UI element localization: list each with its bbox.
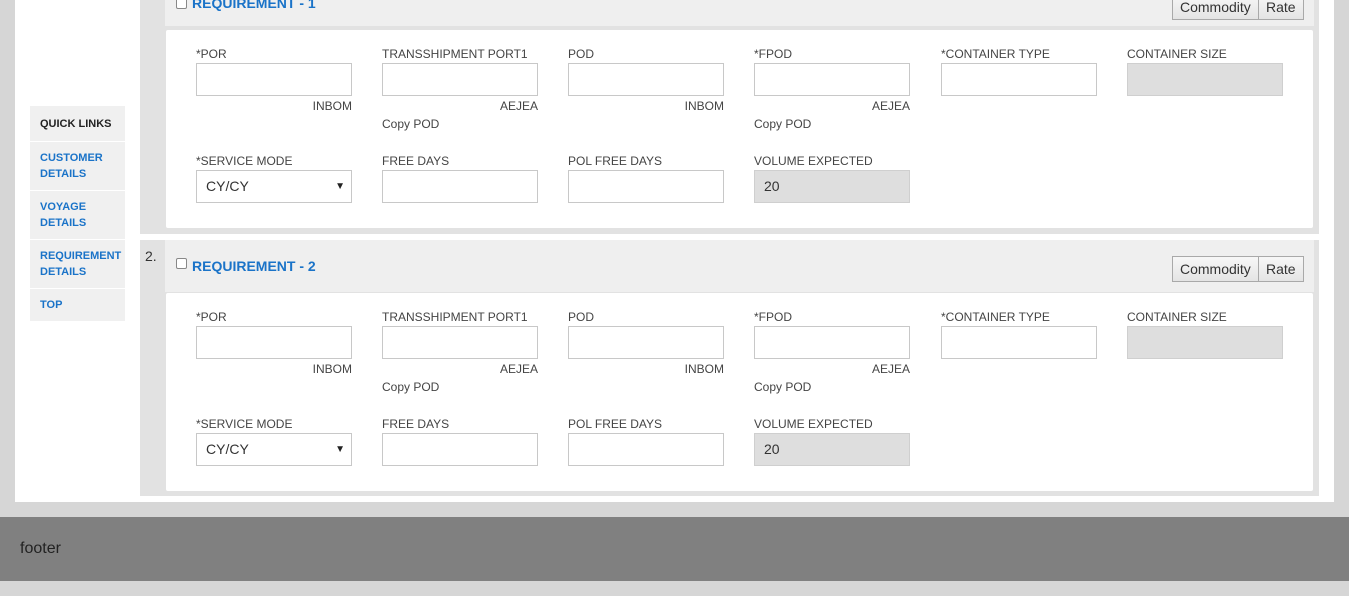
pod-label: POD	[568, 47, 595, 61]
fpod-code: AEJEA	[871, 99, 910, 113]
copy-pod-link[interactable]: Copy POD	[382, 380, 439, 394]
quick-link-voyage-details[interactable]: VOYAGE DETAILS	[30, 191, 125, 240]
transshipment-code: AEJEA	[499, 99, 538, 113]
service-mode-value: CY/CY	[206, 441, 249, 457]
quick-link-requirement-details[interactable]: REQUIREMENT DETAILS	[30, 240, 125, 289]
container-type-input[interactable]	[941, 326, 1097, 359]
copy-pod-link[interactable]: Copy POD	[754, 380, 811, 394]
container-type-label: *CONTAINER TYPE	[941, 47, 1050, 61]
rate-button[interactable]: Rate	[1258, 256, 1304, 282]
transshipment-input[interactable]	[382, 326, 538, 359]
requirement-header: REQUIREMENT - 2 Commodity Rate	[165, 240, 1314, 292]
free-days-input[interactable]	[382, 433, 538, 466]
volume-expected-input: 20	[754, 433, 910, 466]
transshipment-label: TRANSSHIPMENT PORT1	[382, 47, 528, 61]
fpod-label: *FPOD	[754, 47, 793, 61]
pol-free-days-input[interactable]	[568, 170, 724, 203]
volume-expected-input: 20	[754, 170, 910, 203]
por-label: *POR	[196, 310, 227, 324]
pol-free-days-label: POL FREE DAYS	[568, 417, 663, 431]
service-mode-label: *SERVICE MODE	[196, 417, 293, 431]
fpod-code: AEJEA	[871, 362, 910, 376]
footer-text: footer	[20, 540, 61, 557]
transshipment-label: TRANSSHIPMENT PORT1	[382, 310, 528, 324]
free-days-input[interactable]	[382, 170, 538, 203]
dropdown-arrow-icon: ▼	[335, 181, 345, 192]
requirement-number: 2.	[145, 248, 157, 264]
pod-input[interactable]	[568, 63, 724, 96]
container-size-input	[1127, 63, 1283, 96]
quick-link-customer-details[interactable]: CUSTOMER DETAILS	[30, 142, 125, 191]
fpod-input[interactable]	[754, 63, 910, 96]
fpod-label: *FPOD	[754, 310, 793, 324]
container-size-input	[1127, 326, 1283, 359]
footer: footer	[0, 517, 1349, 581]
container-size-label: CONTAINER SIZE	[1127, 310, 1227, 324]
volume-expected-label: VOLUME EXPECTED	[754, 154, 873, 168]
copy-pod-link[interactable]: Copy POD	[754, 117, 811, 131]
free-days-label: FREE DAYS	[382, 417, 450, 431]
por-input[interactable]	[196, 63, 352, 96]
por-label: *POR	[196, 47, 227, 61]
por-input[interactable]	[196, 326, 352, 359]
dropdown-arrow-icon: ▼	[335, 444, 345, 455]
por-code: INBOM	[312, 362, 352, 376]
pod-input[interactable]	[568, 326, 724, 359]
container-size-label: CONTAINER SIZE	[1127, 47, 1227, 61]
requirement-checkbox[interactable]	[176, 0, 187, 9]
requirement-checkbox[interactable]	[176, 258, 187, 269]
quick-links-header: QUICK LINKS	[30, 106, 125, 142]
free-days-label: FREE DAYS	[382, 154, 450, 168]
por-code: INBOM	[312, 99, 352, 113]
service-mode-label: *SERVICE MODE	[196, 154, 293, 168]
pod-label: POD	[568, 310, 595, 324]
container-type-label: *CONTAINER TYPE	[941, 310, 1050, 324]
copy-pod-link[interactable]: Copy POD	[382, 117, 439, 131]
transshipment-code: AEJEA	[499, 362, 538, 376]
pol-free-days-label: POL FREE DAYS	[568, 154, 663, 168]
quick-link-top[interactable]: TOP	[30, 289, 125, 322]
requirement-body: *POR TRANSSHIPMENT PORT1 POD *FPOD *CONT…	[166, 293, 1313, 491]
service-mode-select[interactable]: CY/CY ▼	[196, 433, 352, 466]
pol-free-days-input[interactable]	[568, 433, 724, 466]
requirement-header: REQUIREMENT - 1 Commodity Rate	[165, 0, 1314, 26]
fpod-input[interactable]	[754, 326, 910, 359]
transshipment-input[interactable]	[382, 63, 538, 96]
volume-expected-label: VOLUME EXPECTED	[754, 417, 873, 431]
requirement-card: 2. REQUIREMENT - 2 Commodity Rate *POR T…	[140, 240, 1319, 496]
quick-links-panel: QUICK LINKS CUSTOMER DETAILS VOYAGE DETA…	[30, 106, 125, 322]
container-type-input[interactable]	[941, 63, 1097, 96]
commodity-button[interactable]: Commodity	[1172, 0, 1259, 20]
service-mode-select[interactable]: CY/CY ▼	[196, 170, 352, 203]
commodity-button[interactable]: Commodity	[1172, 256, 1259, 282]
pod-code: INBOM	[684, 362, 724, 376]
pod-code: INBOM	[684, 99, 724, 113]
service-mode-value: CY/CY	[206, 178, 249, 194]
requirement-title[interactable]: REQUIREMENT - 1	[192, 0, 316, 11]
requirement-body: *POR TRANSSHIPMENT PORT1 POD *FPOD *CONT…	[166, 30, 1313, 228]
requirement-title[interactable]: REQUIREMENT - 2	[192, 258, 316, 274]
rate-button[interactable]: Rate	[1258, 0, 1304, 20]
requirement-card: REQUIREMENT - 1 Commodity Rate *POR TRAN…	[140, 0, 1319, 234]
